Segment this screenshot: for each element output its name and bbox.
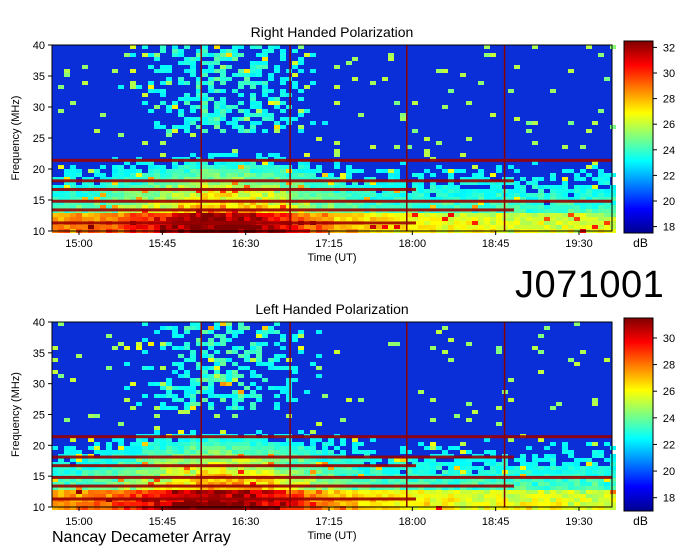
x-tick-label: 16:30: [232, 238, 260, 250]
y-tick-label: 10: [33, 226, 45, 238]
spectrogram-heatmap: [52, 45, 616, 233]
colorbar-tick-label: 32: [663, 42, 675, 54]
x-tick-label: 18:00: [399, 516, 427, 528]
colorbar: [623, 317, 654, 512]
panel-title: Left Handed Polarization: [255, 301, 408, 317]
rfi-band: [52, 208, 514, 212]
x-tick-label: 15:00: [65, 238, 93, 250]
colorbar-unit: dB: [633, 514, 648, 528]
colorbar-tick-label: 22: [663, 170, 675, 182]
x-tick-label: 16:30: [232, 516, 260, 528]
colorbar-tick-label: 22: [663, 439, 675, 451]
colorbar-tick-label: 20: [663, 466, 675, 478]
rfi-band: [52, 497, 416, 501]
footer-caption: Nancay Decameter Array: [52, 529, 231, 546]
x-tick-label: 19:30: [565, 238, 593, 250]
y-tick-label: 35: [33, 348, 45, 360]
y-tick-label: 30: [33, 379, 45, 391]
rfi-band: [52, 475, 612, 479]
y-tick-label: 10: [33, 502, 45, 514]
y-tick-label: 40: [33, 40, 45, 52]
y-tick-label: 30: [33, 102, 45, 114]
colorbar-tick-label: 30: [663, 68, 675, 80]
x-tick-label: 18:00: [399, 238, 427, 250]
panel-title: Right Handed Polarization: [251, 24, 414, 40]
colorbar-tick-label: 28: [663, 94, 675, 106]
colorbar-tick-label: 26: [663, 386, 675, 398]
colorbar-unit: dB: [633, 236, 648, 250]
x-tick-label: 15:45: [149, 516, 177, 528]
rfi-band: [52, 455, 514, 459]
x-tick-label: 17:15: [315, 516, 343, 528]
colorbar: [623, 40, 654, 234]
x-tick-label: 15:45: [149, 238, 177, 250]
rfi-band: [52, 435, 612, 439]
rfi-band: [52, 464, 416, 468]
rfi-band: [52, 158, 612, 162]
x-tick-label: 18:45: [482, 238, 510, 250]
colorbar-tick-label: 20: [663, 196, 675, 208]
colorbar-tick-label: 18: [663, 493, 675, 505]
y-tick-label: 25: [33, 133, 45, 145]
rfi-band: [52, 179, 514, 183]
observation-id: J071001: [515, 264, 665, 306]
y-tick-label: 20: [33, 164, 45, 176]
y-tick-label: 15: [33, 195, 45, 207]
x-axis-label: Time (UT): [307, 252, 356, 264]
rfi-band: [52, 221, 416, 225]
y-tick-label: 15: [33, 471, 45, 483]
rfi-band: [52, 484, 514, 488]
x-tick-label: 18:45: [482, 516, 510, 528]
colorbar-tick-label: 26: [663, 119, 675, 131]
y-axis-label: Frequency (MHz): [10, 96, 22, 181]
y-tick-label: 35: [33, 71, 45, 83]
y-tick-label: 25: [33, 410, 45, 422]
x-tick-label: 19:30: [565, 516, 593, 528]
colorbar-tick-label: 24: [663, 413, 675, 425]
x-axis-label: Time (UT): [307, 530, 356, 542]
x-tick-label: 15:00: [65, 516, 93, 528]
colorbar-tick-label: 30: [663, 333, 675, 345]
rfi-band: [52, 199, 612, 203]
y-tick-label: 20: [33, 440, 45, 452]
colorbar-tick-label: 18: [663, 222, 675, 234]
rfi-band: [52, 187, 416, 191]
colorbar-tick-label: 28: [663, 360, 675, 372]
y-axis-label: Frequency (MHz): [10, 372, 22, 457]
spectrogram-heatmap: [52, 322, 616, 510]
colorbar-tick-label: 24: [663, 145, 675, 157]
x-tick-label: 17:15: [315, 238, 343, 250]
y-tick-label: 40: [33, 317, 45, 329]
